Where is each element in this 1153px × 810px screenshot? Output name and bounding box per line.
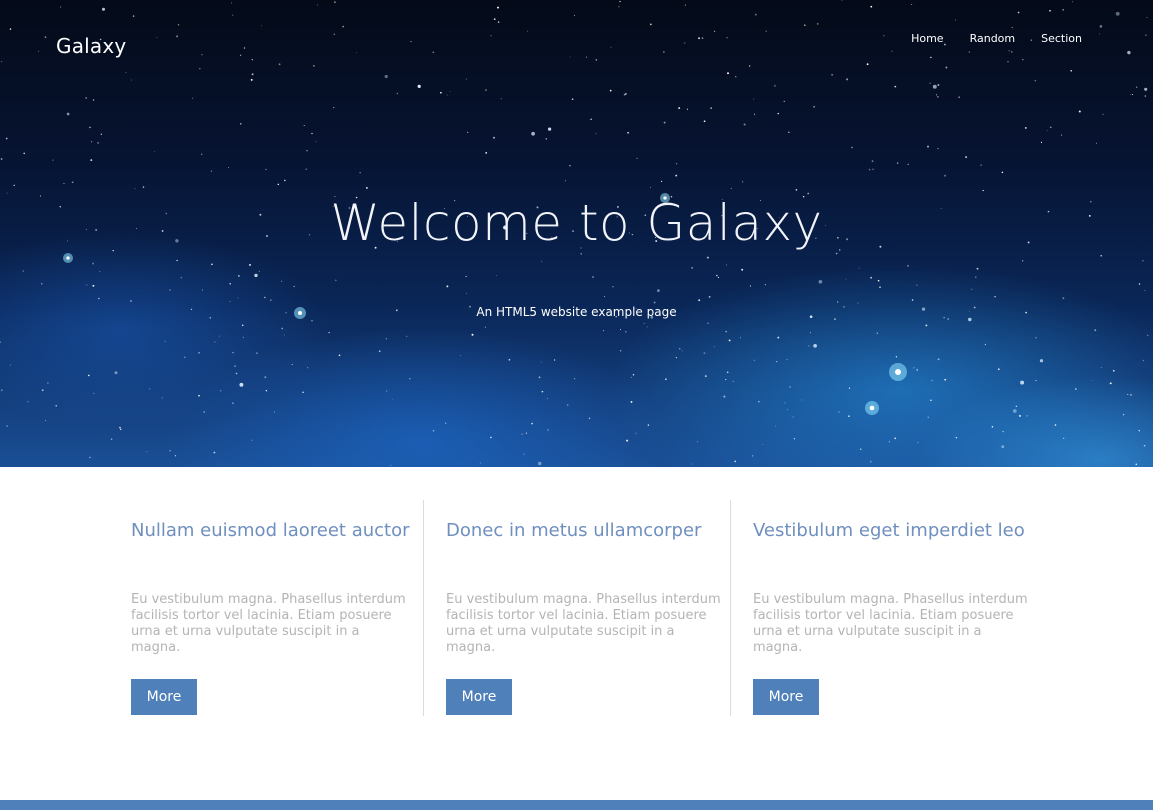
feature-description: Eu vestibulum magna. Phasellus interdum … [753,592,1028,655]
features-section: Nullam euismod laoreet auctor Eu vestibu… [116,500,1037,716]
nav-item-home[interactable]: Home [898,32,956,45]
main-nav: Home Random Section [898,32,1082,45]
feature-title: Donec in metus ullamcorper [445,520,702,541]
nav-item-random[interactable]: Random [957,32,1029,45]
more-button[interactable]: More [131,679,197,715]
hero-subtitle: An HTML5 website example page [476,305,677,319]
feature-title: Nullam euismod laoreet auctor [131,520,410,541]
nav-item-section[interactable]: Section [1028,32,1082,45]
more-button[interactable]: More [753,679,819,715]
feature-card: Vestibulum eget imperdiet leo Eu vestibu… [730,500,1037,716]
feature-title: Vestibulum eget imperdiet leo [753,520,1025,541]
more-button[interactable]: More [445,679,512,715]
footer-bar [0,800,1153,810]
feature-card: Nullam euismod laoreet auctor Eu vestibu… [116,500,423,716]
feature-description: Eu vestibulum magna. Phasellus interdum … [131,592,406,655]
feature-card: Donec in metus ullamcorper Eu vestibulum… [422,500,730,716]
brand-logo[interactable]: Galaxy [56,34,126,58]
feature-description: Eu vestibulum magna. Phasellus interdum … [445,592,721,655]
hero-banner: Galaxy Home Random Section Welcome to Ga… [0,0,1153,467]
hero-title: Welcome to Galaxy [330,194,823,252]
